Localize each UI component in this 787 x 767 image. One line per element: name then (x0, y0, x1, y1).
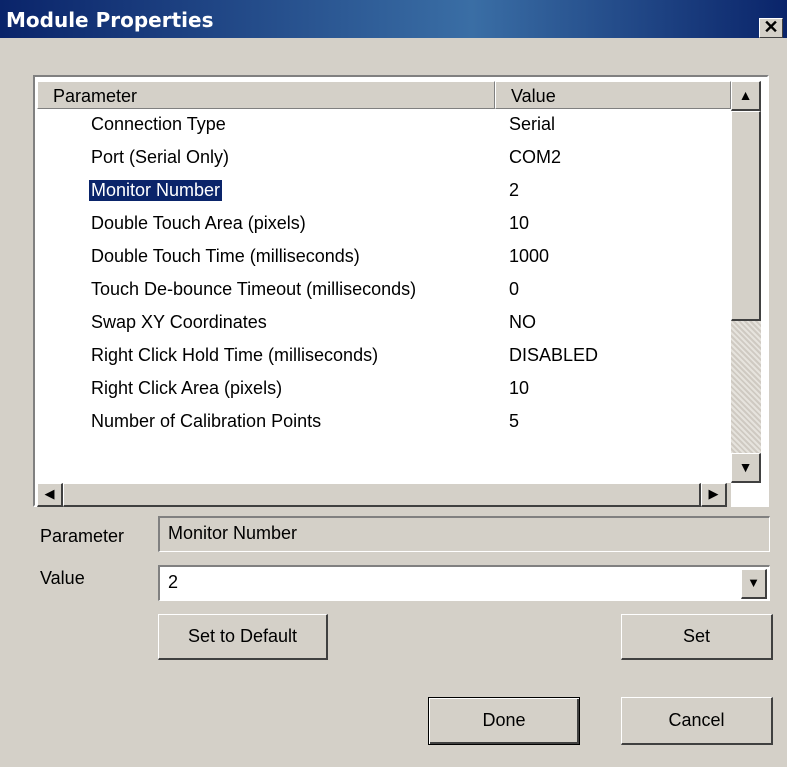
row-parameter: Double Touch Area (pixels) (91, 213, 306, 233)
row-parameter: Number of Calibration Points (91, 411, 322, 431)
horizontal-scroll-thumb[interactable] (63, 483, 701, 507)
row-parameter: Touch De-bounce Timeout (milliseconds) (91, 279, 417, 299)
window-title: Module Properties (6, 8, 214, 32)
list-row[interactable]: Connection Type Serial (37, 110, 731, 143)
value-combobox[interactable]: 2 ▼ (158, 565, 770, 601)
list-header: Parameter Value (37, 81, 731, 109)
close-button[interactable]: ✕ (759, 18, 783, 38)
row-value: 5 (509, 411, 520, 431)
scroll-left-icon: ◀ (44, 486, 55, 501)
vertical-scroll-thumb[interactable] (731, 111, 761, 321)
row-parameter: Port (Serial Only) (91, 147, 230, 167)
value-dropdown-button[interactable]: ▼ (741, 569, 767, 599)
list-row[interactable]: Right Click Hold Time (milliseconds) DISA… (37, 341, 731, 374)
row-parameter: Connection Type (91, 114, 226, 134)
list-row[interactable]: Port (Serial Only) COM2 (37, 143, 731, 176)
row-parameter: Double Touch Time (milliseconds) (91, 246, 360, 266)
vertical-scroll-track[interactable] (731, 321, 761, 453)
row-parameter: Monitor Number (87, 179, 224, 202)
cancel-button[interactable]: Cancel (621, 697, 773, 745)
close-icon: ✕ (763, 17, 779, 37)
list-row[interactable]: Double Touch Time (milliseconds) 1000 (37, 242, 731, 275)
row-value: 1000 (509, 246, 550, 266)
set-button[interactable]: Set (621, 614, 773, 660)
scroll-up-icon: ▲ (738, 87, 753, 103)
column-header-parameter[interactable]: Parameter (37, 81, 495, 109)
row-value: NO (509, 312, 536, 332)
column-header-value[interactable]: Value (495, 81, 731, 109)
row-value: Serial (509, 114, 556, 134)
row-value: 2 (509, 180, 520, 200)
row-value: 10 (509, 378, 530, 398)
list-row[interactable]: Monitor Number 2 (37, 176, 731, 209)
scroll-right-icon: ▶ (708, 486, 719, 501)
value-label: Value (40, 568, 85, 588)
scroll-left-button[interactable]: ◀ (37, 483, 63, 507)
parameter-field: Monitor Number (158, 516, 770, 552)
list-row[interactable]: Number of Calibration Points 5 (37, 407, 731, 440)
row-value: 10 (509, 213, 530, 233)
row-parameter: Swap XY Coordinates (91, 312, 267, 332)
scroll-right-button[interactable]: ▶ (701, 483, 727, 507)
list-row[interactable]: Right Click Area (pixels) 10 (37, 374, 731, 407)
done-button[interactable]: Done (428, 697, 580, 745)
scroll-down-button[interactable]: ▼ (731, 453, 761, 483)
row-parameter: Right Click Hold Time (milliseconds) (91, 345, 379, 365)
row-value: COM2 (509, 147, 562, 167)
list-rows: Connection Type Serial Port (Serial Only) C… (37, 110, 731, 440)
list-row[interactable]: Touch De-bounce Timeout (milliseconds) 0 (37, 275, 731, 308)
row-value: DISABLED (509, 345, 599, 365)
scroll-down-icon: ▼ (738, 459, 753, 475)
value-combobox-text: 2 (168, 572, 179, 592)
list-row[interactable]: Swap XY Coordinates NO (37, 308, 731, 341)
row-parameter: Right Click Area (pixels) (91, 378, 283, 398)
parameter-list[interactable]: Parameter Value Connection Type Serial Por… (33, 75, 769, 507)
title-bar[interactable]: Module Properties (0, 0, 787, 38)
list-row[interactable]: Double Touch Area (pixels) 10 (37, 209, 731, 242)
parameter-label: Parameter (40, 526, 125, 546)
vertical-scrollbar[interactable]: ▲ ▼ (731, 81, 761, 483)
scroll-up-button[interactable]: ▲ (731, 81, 761, 111)
set-to-default-button[interactable]: Set to Default (158, 614, 328, 660)
row-value: 0 (509, 279, 520, 299)
horizontal-scrollbar[interactable]: ◀ ▶ (37, 483, 731, 507)
chevron-down-icon: ▼ (747, 575, 760, 590)
